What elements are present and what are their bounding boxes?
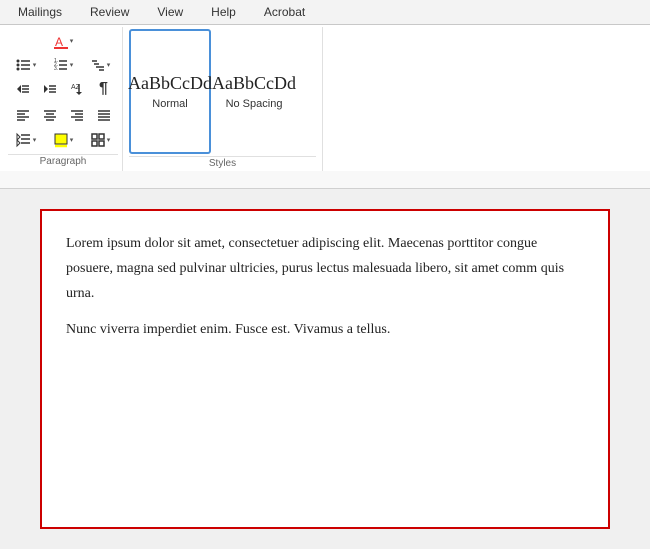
normal-style-btn[interactable]: AaBbCcDd Normal — [129, 29, 211, 154]
decrease-indent-btn[interactable] — [10, 77, 36, 101]
bullets-btn[interactable]: ▾ — [8, 53, 44, 77]
document-area: Lorem ipsum dolor sit amet, consectetuer… — [0, 189, 650, 549]
tab-view[interactable]: View — [143, 0, 197, 24]
svg-text:3.: 3. — [54, 66, 58, 72]
tab-acrobat[interactable]: Acrobat — [250, 0, 319, 24]
align-right-btn[interactable] — [64, 103, 90, 127]
toolbar: A ▾ ▾ 1.2.3. ▾ ▾ — [0, 25, 650, 171]
shading-btn[interactable]: ▾ — [45, 128, 81, 152]
normal-style-label: Normal — [152, 98, 187, 110]
numbering-btn[interactable]: 1.2.3. ▾ — [45, 53, 81, 77]
tab-mailings[interactable]: Mailings — [4, 0, 76, 24]
center-btn[interactable] — [37, 103, 63, 127]
pilcrow-btn[interactable]: ¶ — [91, 77, 117, 101]
styles-group: AaBbCcDd Normal AaBbCcDd No Spacing Styl… — [123, 27, 323, 171]
ruler — [0, 171, 650, 189]
indent-row: AZ ¶ — [10, 77, 117, 101]
paragraph-2: Nunc viverra imperdiet enim. Fusce est. … — [66, 317, 584, 342]
highlight-row: A ▾ — [50, 29, 76, 53]
tab-help[interactable]: Help — [197, 0, 250, 24]
nospacing-style-btn[interactable]: AaBbCcDd No Spacing — [213, 29, 295, 154]
list-row: ▾ 1.2.3. ▾ ▾ — [8, 53, 118, 77]
document-page[interactable]: Lorem ipsum dolor sit amet, consectetuer… — [40, 209, 610, 529]
align-left-btn[interactable] — [10, 103, 36, 127]
tab-review[interactable]: Review — [76, 0, 143, 24]
spacing-row: ▾ ▾ ▾ — [8, 128, 118, 152]
ribbon-tab-bar: Mailings Review View Help Acrobat — [0, 0, 650, 25]
nospacing-style-label: No Spacing — [226, 98, 283, 110]
nospacing-style-text: AaBbCcDd — [212, 73, 296, 94]
paragraph-1: Lorem ipsum dolor sit amet, consectetuer… — [66, 231, 584, 307]
line-spacing-btn[interactable]: ▾ — [8, 128, 44, 152]
justify-btn[interactable] — [91, 103, 117, 127]
svg-text:A: A — [55, 35, 63, 49]
normal-style-text: AaBbCcDd — [128, 73, 212, 94]
styles-buttons-row: AaBbCcDd Normal AaBbCcDd No Spacing — [129, 29, 316, 154]
paragraph-group: A ▾ ▾ 1.2.3. ▾ ▾ — [4, 27, 123, 171]
highlight-clear-btn[interactable]: A ▾ — [50, 29, 76, 53]
borders-btn[interactable]: ▾ — [82, 128, 118, 152]
align-row — [10, 103, 117, 127]
sort-btn[interactable]: AZ — [64, 77, 90, 101]
paragraph-group-label: Paragraph — [8, 154, 118, 169]
styles-group-label: Styles — [129, 156, 316, 169]
multilevel-list-btn[interactable]: ▾ — [82, 53, 118, 77]
increase-indent-btn[interactable] — [37, 77, 63, 101]
